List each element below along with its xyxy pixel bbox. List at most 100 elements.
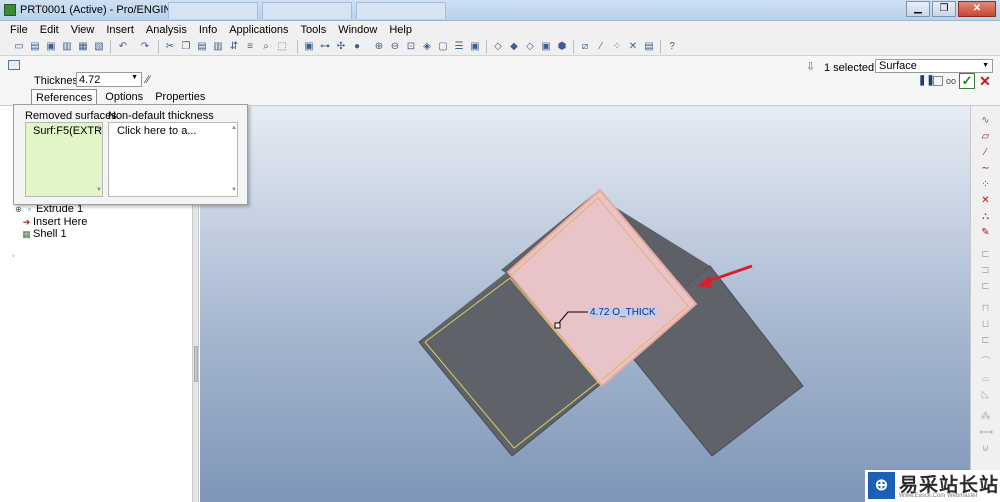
revolve-tool-icon[interactable]: ⊐ xyxy=(979,264,992,277)
axis-icon[interactable]: ⁄ xyxy=(979,146,992,159)
thickness-input[interactable]: 4.72 ▼ xyxy=(76,72,142,87)
datum-points-icon[interactable]: ⁘ xyxy=(610,40,624,53)
background-tab[interactable] xyxy=(168,2,258,19)
tab-references[interactable]: References xyxy=(31,89,98,105)
merge-tool-icon[interactable]: ⊎ xyxy=(979,442,992,455)
paste-icon[interactable]: ▤ xyxy=(195,40,209,53)
splitter-grip[interactable] xyxy=(194,346,198,382)
appearance-icon[interactable]: ● xyxy=(350,40,364,53)
coordinate-systems-icon[interactable]: ✕ xyxy=(626,40,640,53)
sweep-tool-icon[interactable]: ⊏ xyxy=(979,280,992,293)
menu-help[interactable]: Help xyxy=(383,21,418,38)
close-button[interactable]: ✕ xyxy=(958,1,996,17)
new-file-icon[interactable]: ▭ xyxy=(12,40,26,53)
sketch-icon[interactable]: ∿ xyxy=(979,114,992,127)
background-tab[interactable] xyxy=(262,2,352,19)
shell-tool-icon[interactable]: ⊔ xyxy=(979,318,992,331)
plane-icon[interactable]: ▱ xyxy=(979,130,992,143)
sketch-tool-icon[interactable]: ✎ xyxy=(979,226,992,239)
menu-analysis[interactable]: Analysis xyxy=(140,21,193,38)
view-manager-icon[interactable]: ▣ xyxy=(468,40,482,53)
thickness-dimension-label[interactable]: 4.72 O_THICK xyxy=(589,307,657,318)
menu-insert[interactable]: Insert xyxy=(100,21,140,38)
rib-tool-icon[interactable]: ⊏ xyxy=(979,334,992,347)
scroll-up-icon[interactable]: ▲ xyxy=(96,125,102,131)
chevron-down-icon[interactable]: ▼ xyxy=(982,60,989,72)
graphics-viewport[interactable]: 4.72 O_THICK xyxy=(200,106,970,502)
non-default-placeholder[interactable]: Click here to a... xyxy=(117,125,237,137)
model-graphic[interactable] xyxy=(200,106,970,502)
repaint-icon[interactable]: ▣ xyxy=(302,40,316,53)
csys-icon[interactable]: ✕ xyxy=(979,194,992,207)
chamfer-tool-icon[interactable]: ◺ xyxy=(979,388,992,401)
analysis-feature-icon[interactable]: ⛬ xyxy=(979,210,992,223)
tree-item-insert-here[interactable]: ➔ Insert Here xyxy=(22,216,88,228)
menu-applications[interactable]: Applications xyxy=(223,21,294,38)
dashboard-toggle-icon[interactable] xyxy=(8,60,20,70)
curve-icon[interactable]: ∼ xyxy=(979,162,992,175)
paste-special-icon[interactable]: ▥ xyxy=(211,40,225,53)
regenerate-icon[interactable]: ⇵ xyxy=(227,40,241,53)
orient-mode-icon[interactable]: ✣ xyxy=(334,40,348,53)
preview-checkbox[interactable] xyxy=(933,76,943,86)
undo-icon[interactable]: ↶ xyxy=(116,40,130,53)
cut-icon[interactable]: ✂ xyxy=(163,40,177,53)
removed-surfaces-list[interactable]: Surf:F5(EXTR... ▲ ▼ xyxy=(25,122,103,197)
point-icon[interactable]: ⁘ xyxy=(979,178,992,191)
minimize-button[interactable]: ▁ xyxy=(906,1,930,17)
zoom-out-icon[interactable]: ⊖ xyxy=(388,40,402,53)
hidden-line-icon[interactable]: ◆ xyxy=(507,40,521,53)
select-box-icon[interactable]: ⬚ xyxy=(275,40,289,53)
menu-info[interactable]: Info xyxy=(193,21,223,38)
layers-icon[interactable]: ☰ xyxy=(452,40,466,53)
scroll-up-icon[interactable]: ▲ xyxy=(231,125,237,131)
find-icon[interactable]: ⌕ xyxy=(259,40,273,53)
hole-tool-icon[interactable]: ⊓ xyxy=(979,302,992,315)
tree-item-shell[interactable]: ▦ Shell 1 xyxy=(22,228,66,240)
email-icon[interactable]: ▦ xyxy=(76,40,90,53)
non-default-thickness-list[interactable]: Click here to a... ▲ ▼ xyxy=(108,122,238,197)
chevron-down-icon[interactable]: ▼ xyxy=(131,74,138,81)
context-help-icon[interactable]: ? xyxy=(665,40,679,53)
scroll-down-icon[interactable]: ▼ xyxy=(231,187,237,193)
save-icon[interactable]: ▣ xyxy=(44,40,58,53)
pattern-tool-icon[interactable]: ⁂ xyxy=(979,410,992,423)
background-tab[interactable] xyxy=(356,2,446,19)
zoom-in-icon[interactable]: ⊕ xyxy=(372,40,386,53)
menu-view[interactable]: View xyxy=(65,21,101,38)
filter-select[interactable]: Surface ▼ xyxy=(875,59,993,73)
scroll-down-icon[interactable]: ▼ xyxy=(96,187,102,193)
selection-count[interactable]: 1 selected xyxy=(824,62,874,74)
print-icon[interactable]: ▥ xyxy=(60,40,74,53)
mirror-tool-icon[interactable]: ⟷ xyxy=(979,426,993,439)
removed-surface-item[interactable]: Surf:F5(EXTR... xyxy=(33,125,102,137)
model-tree-toggle-icon[interactable]: ⬢ xyxy=(555,40,569,53)
extrude-tool-icon[interactable]: ⊏ xyxy=(979,248,992,261)
email-link-icon[interactable]: ▧ xyxy=(92,40,106,53)
shading-icon[interactable]: ▣ xyxy=(539,40,553,53)
tab-properties[interactable]: Properties xyxy=(151,89,209,105)
no-hidden-icon[interactable]: ◇ xyxy=(523,40,537,53)
menu-edit[interactable]: Edit xyxy=(34,21,65,38)
menu-file[interactable]: File xyxy=(4,21,34,38)
datum-planes-icon[interactable]: ⧄ xyxy=(578,40,592,53)
saved-views-icon[interactable]: ▢ xyxy=(436,40,450,53)
tab-options[interactable]: Options xyxy=(101,89,147,105)
verify-glasses-icon[interactable]: oo xyxy=(946,76,956,86)
redo-icon[interactable]: ↷ xyxy=(138,40,152,53)
open-file-icon[interactable]: ▤ xyxy=(28,40,42,53)
datum-axes-icon[interactable]: ⁄ xyxy=(594,40,608,53)
spin-center-icon[interactable]: ⊶ xyxy=(318,40,332,53)
refit-icon[interactable]: ⊡ xyxy=(404,40,418,53)
annotations-icon[interactable]: ▤ xyxy=(642,40,656,53)
expand-icon[interactable]: ⊕ xyxy=(14,205,23,214)
menu-window[interactable]: Window xyxy=(332,21,383,38)
flip-direction-icon[interactable]: ⁄⁄ xyxy=(146,74,150,86)
cancel-button[interactable]: ✕ xyxy=(978,74,992,88)
wireframe-icon[interactable]: ◇ xyxy=(491,40,505,53)
ok-button[interactable]: ✓ xyxy=(959,73,976,89)
dimension-handle[interactable] xyxy=(554,322,561,329)
pause-icon[interactable]: ❚❚ xyxy=(918,75,935,87)
maximize-button[interactable]: ❐ xyxy=(932,1,956,17)
round-tool-icon[interactable]: ⌓ xyxy=(979,372,992,385)
